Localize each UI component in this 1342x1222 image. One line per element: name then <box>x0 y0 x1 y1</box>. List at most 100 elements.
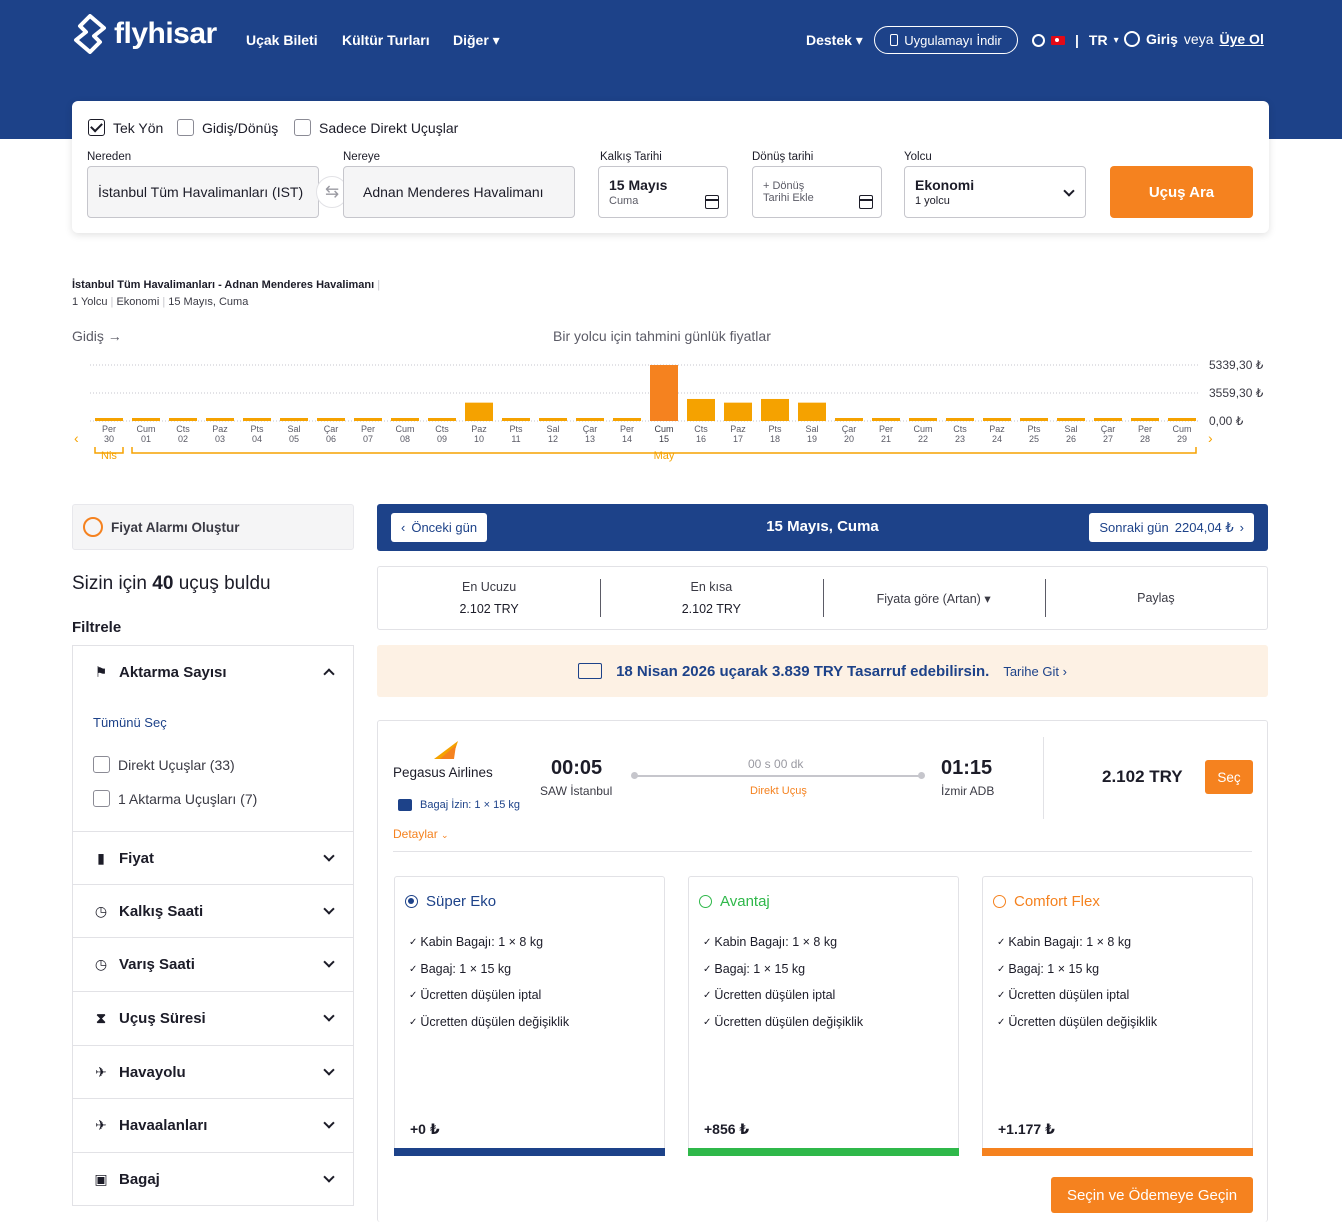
globe-icon <box>1032 33 1045 47</box>
radio[interactable] <box>699 895 712 908</box>
x-tick-day: 04 <box>252 434 262 444</box>
checkbox[interactable] <box>93 756 110 773</box>
x-tick-dow: Per <box>620 424 634 434</box>
to-field[interactable]: Adnan Menderes Havalimanı <box>343 166 575 218</box>
logo-text: flyhisar <box>114 17 217 50</box>
x-tick-dow: Paz <box>212 424 228 434</box>
x-tick-day: 29 <box>1177 434 1187 444</box>
filter-price[interactable]: ▮ Fiyat <box>72 831 354 885</box>
baggage-allowance: Bagaj İzin: 1 × 15 kg <box>398 799 520 811</box>
price-bar <box>243 418 271 421</box>
price-bar <box>95 418 123 421</box>
flyhisar-logo-icon <box>74 14 106 54</box>
price-bar <box>835 418 863 421</box>
x-tick-dow: Çar <box>842 424 857 434</box>
chevron-down-icon <box>323 1171 335 1183</box>
nav-flights[interactable]: Uçak Bileti <box>246 32 318 48</box>
select-all-link[interactable]: Tümünü Seç <box>93 715 167 730</box>
radio[interactable] <box>993 895 1006 908</box>
sort-shortest[interactable]: En kısa 2.102 TRY <box>600 567 822 629</box>
filter-baggage[interactable]: ▣ Bagaj <box>72 1152 354 1206</box>
next-day-button[interactable]: Sonraki gün 2204,04 ₺ › <box>1089 513 1254 542</box>
x-tick-day: 20 <box>844 434 854 444</box>
chart-title: Bir yolcu için tahmini günlük fiyatlar <box>553 328 771 344</box>
nav-support[interactable]: Destek ▾ <box>806 32 863 49</box>
direct-flights-option[interactable]: Direkt Uçuşlar (33) <box>93 756 235 773</box>
register-link[interactable]: Üye Ol <box>1219 31 1263 47</box>
sort-by-price-dropdown[interactable]: Fiyata göre (Artan) ▾ <box>822 567 1045 629</box>
x-tick-dow: Sal <box>1064 424 1077 434</box>
chevron-down-icon <box>323 1010 335 1022</box>
checkbox[interactable] <box>294 119 311 136</box>
price-bar <box>280 418 308 421</box>
return-date-field[interactable]: + Dönüş Tarihi Ekle <box>752 166 882 218</box>
share-button[interactable]: Paylaş <box>1044 567 1267 629</box>
x-tick-dow: Paz <box>730 424 746 434</box>
price-bar <box>206 418 234 421</box>
price-bar <box>1094 418 1122 421</box>
depart-date-field[interactable]: 15 Mayıs Cuma <box>598 166 728 218</box>
x-tick-dow: Çar <box>324 424 339 434</box>
sort-bar: En Ucuzu 2.102 TRY En kısa 2.102 TRY Fiyat… <box>377 566 1268 630</box>
package-comfort-flex[interactable]: Comfort Flex Kabin Bagajı: 1 × 8 kgBagaj… <box>982 876 1253 1156</box>
download-app-button[interactable]: Uygulamayı İndir <box>874 26 1018 54</box>
results-count: Sizin için 40 uçuş buldu <box>72 573 271 594</box>
x-tick-dow: Pts <box>768 424 782 434</box>
price-bar <box>317 418 345 421</box>
from-field[interactable]: İstanbul Tüm Havalimanları (IST) <box>87 166 319 218</box>
x-tick-day: 02 <box>178 434 188 444</box>
x-tick-dow: Cts <box>694 424 708 434</box>
chevron-down-icon <box>323 1064 335 1076</box>
sort-cheapest[interactable]: En Ucuzu 2.102 TRY <box>378 567 600 629</box>
chevron-down-icon <box>323 903 335 915</box>
checkbox[interactable] <box>88 119 105 136</box>
search-form: Tek Yön Gidiş/Dönüş Sadece Direkt Uçuşla… <box>72 101 1269 233</box>
radio-selected[interactable] <box>405 895 418 908</box>
checkbox[interactable] <box>93 790 110 807</box>
price-bar <box>1168 418 1196 421</box>
one-way-option[interactable]: Tek Yön <box>88 119 163 136</box>
select-flight-button[interactable]: Seç <box>1205 760 1253 794</box>
login-link[interactable]: Giriş <box>1146 31 1178 47</box>
price-bar <box>909 418 937 421</box>
price-bar <box>1020 418 1048 421</box>
divider <box>393 851 1252 852</box>
x-tick-day: 24 <box>992 434 1002 444</box>
nav-culture-tours[interactable]: Kültür Turları <box>342 32 430 48</box>
price-bar <box>687 398 715 421</box>
filter-departure-time[interactable]: ◷ Kalkış Saati <box>72 884 354 938</box>
x-tick-dow: Pts <box>1027 424 1041 434</box>
flight-card: Pegasus Airlines Bagaj İzin: 1 × 15 kg D… <box>377 720 1268 1222</box>
filter-stops-header[interactable]: ⚑ Aktarma Sayısı <box>73 646 353 698</box>
filter-airline[interactable]: ✈ Havayolu <box>72 1045 354 1099</box>
direct-only-option[interactable]: Sadece Direkt Uçuşlar <box>294 119 458 136</box>
go-to-date-link[interactable]: Tarihe Git › <box>1003 664 1067 679</box>
price-alarm-button[interactable]: Fiyat Alarmı Oluştur <box>72 504 354 550</box>
clock-icon: ◷ <box>94 955 108 972</box>
x-tick-day: 01 <box>141 434 151 444</box>
package-color-bar <box>982 1148 1253 1156</box>
one-stop-option[interactable]: 1 Aktarma Uçuşları (7) <box>93 790 257 807</box>
price-bar <box>465 402 493 421</box>
language-selector[interactable]: | TR ▾ <box>1032 32 1119 48</box>
x-tick-dow: Cum <box>395 424 414 434</box>
price-bar <box>539 418 567 421</box>
chevron-down-icon <box>323 1117 335 1129</box>
x-tick-day: 09 <box>437 434 447 444</box>
x-tick-dow: Paz <box>471 424 487 434</box>
select-and-pay-button[interactable]: Seçin ve Ödemeye Geçin <box>1051 1177 1253 1213</box>
depart-label: Kalkış Tarihi <box>600 151 662 163</box>
round-trip-option[interactable]: Gidiş/Dönüş <box>177 119 278 136</box>
package-avantaj[interactable]: Avantaj Kabin Bagajı: 1 × 8 kgBagaj: 1 ×… <box>688 876 959 1156</box>
price-bar <box>946 418 974 421</box>
checkbox[interactable] <box>177 119 194 136</box>
logo[interactable]: flyhisar <box>72 14 217 54</box>
filter-airports[interactable]: ✈ Havaalanları <box>72 1098 354 1153</box>
filter-duration[interactable]: ⧗ Uçuş Süresi <box>72 991 354 1046</box>
package-super-eko[interactable]: Süper Eko Kabin Bagajı: 1 × 8 kgBagaj: 1… <box>394 876 665 1156</box>
nav-other[interactable]: Diğer ▾ <box>453 32 500 49</box>
passenger-field[interactable]: Ekonomi 1 yolcu <box>904 166 1086 218</box>
details-toggle[interactable]: Detaylar ⌄ <box>393 827 449 841</box>
filter-arrival-time[interactable]: ◷ Varış Saati <box>72 937 354 992</box>
search-flights-button[interactable]: Uçuş Ara <box>1110 166 1253 218</box>
